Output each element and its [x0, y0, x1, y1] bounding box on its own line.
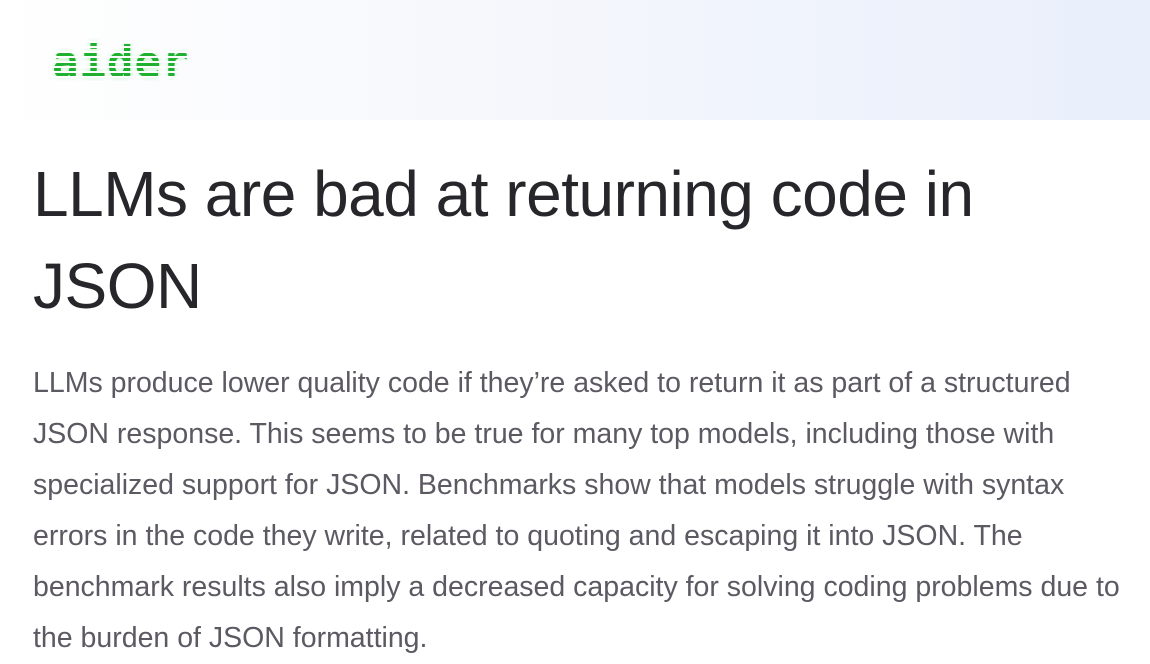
- page-title: LLMs are bad at returning code in JSON: [33, 158, 974, 322]
- logo-text: aider: [52, 37, 190, 88]
- site-header: aider: [0, 0, 1150, 120]
- aider-logo-link[interactable]: aider: [52, 38, 202, 88]
- main-content: LLMs are bad at returning code in JSON L…: [33, 148, 1138, 664]
- article-summary: LLMs produce lower quality code if they’…: [33, 367, 1120, 654]
